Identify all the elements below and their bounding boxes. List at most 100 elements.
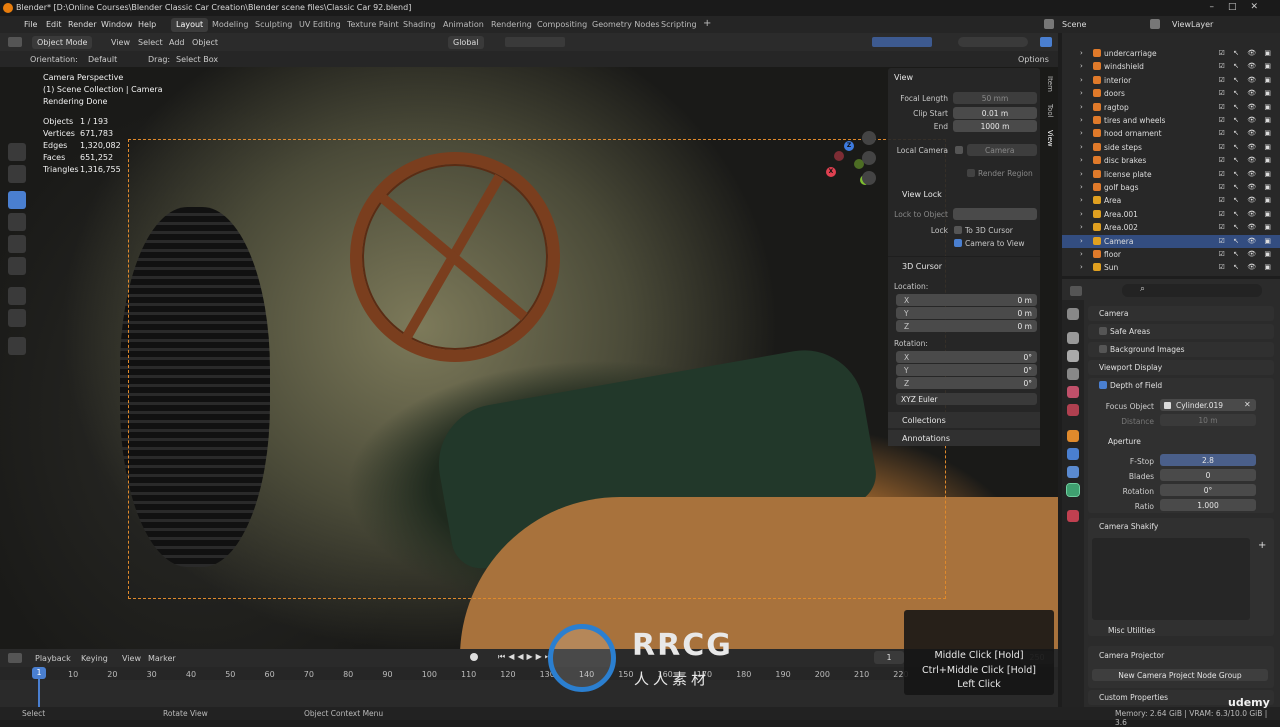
outliner-row[interactable]: › floor ☑ ↖ 👁 ▣ [1062, 248, 1280, 261]
options-button[interactable]: Options [1018, 55, 1049, 64]
outliner-row[interactable]: › Area.001 ☑ ↖ 👁 ▣ [1062, 208, 1280, 221]
timeline-editor-icon[interactable] [8, 653, 22, 663]
current-frame-field[interactable]: 1 [874, 651, 904, 664]
menu-add[interactable]: Add [169, 38, 185, 47]
rotate-tool-icon[interactable] [8, 213, 26, 231]
visibility-toggles-icon[interactable]: ☑ ↖ 👁 ▣ [1219, 263, 1274, 271]
expand-arrow-icon[interactable]: › [1080, 129, 1083, 137]
menu-edit[interactable]: Edit [46, 20, 62, 29]
visibility-toggles-icon[interactable]: ☑ ↖ 👁 ▣ [1219, 143, 1274, 151]
pan-hand-icon[interactable] [862, 151, 876, 165]
rotation-mode-select[interactable]: XYZ Euler [896, 393, 1037, 405]
properties-editor-icon[interactable] [1070, 286, 1082, 296]
measure-tool-icon[interactable] [8, 309, 26, 327]
expand-arrow-icon[interactable]: › [1080, 170, 1083, 178]
annotate-tool-icon[interactable] [8, 287, 26, 305]
transform-tool-icon[interactable] [8, 257, 26, 275]
gizmo-z-axis[interactable]: Z [844, 141, 854, 151]
add-shake-icon[interactable]: + [1258, 540, 1266, 551]
lock-to-object-field[interactable] [953, 208, 1037, 220]
expand-arrow-icon[interactable]: › [1080, 62, 1083, 70]
outliner-row[interactable]: › Sun ☑ ↖ 👁 ▣ [1062, 261, 1280, 274]
tab-sculpting[interactable]: Sculpting [250, 18, 297, 32]
outliner-row[interactable]: › side steps ☑ ↖ 👁 ▣ [1062, 141, 1280, 154]
tab-texture-paint[interactable]: Texture Paint [342, 18, 404, 32]
panel-safe-areas[interactable]: Safe Areas [1110, 327, 1150, 336]
local-camera-checkbox[interactable] [955, 146, 963, 154]
scale-tool-icon[interactable] [8, 235, 26, 253]
playback-controls[interactable]: ⏮◀◀▶▶⏭ [498, 652, 555, 662]
menu-view[interactable]: View [111, 38, 130, 47]
expand-arrow-icon[interactable]: › [1080, 237, 1083, 245]
expand-arrow-icon[interactable]: › [1080, 223, 1083, 231]
gizmo-neg-x[interactable] [834, 151, 844, 161]
clear-focus-icon[interactable]: ✕ [1244, 400, 1251, 409]
view-lock-title[interactable]: View Lock [902, 190, 942, 199]
aperture-rotation-field[interactable]: 0° [1160, 484, 1256, 496]
menu-help[interactable]: Help [138, 20, 156, 29]
panel-camera[interactable]: Camera [1099, 309, 1128, 318]
tab-scripting[interactable]: Scripting [656, 18, 702, 32]
new-projector-button[interactable]: New Camera Project Node Group [1092, 669, 1268, 681]
menu-marker[interactable]: Marker [148, 654, 176, 663]
shading-mode-buttons[interactable] [958, 37, 1028, 47]
menu-window[interactable]: Window [101, 20, 133, 29]
distance-field[interactable]: 10 m [1160, 414, 1256, 426]
visibility-toggles-icon[interactable]: ☑ ↖ 👁 ▣ [1219, 89, 1274, 97]
outliner-row[interactable]: › ragtop ☑ ↖ 👁 ▣ [1062, 101, 1280, 114]
tab-modeling[interactable]: Modeling [207, 18, 253, 32]
outliner-row[interactable]: › disc brakes ☑ ↖ 👁 ▣ [1062, 154, 1280, 167]
menu-render[interactable]: Render [68, 20, 96, 29]
visibility-toggles-icon[interactable]: ☑ ↖ 👁 ▣ [1219, 170, 1274, 178]
tab-compositing[interactable]: Compositing [532, 18, 592, 32]
cursor-loc-z-field[interactable]: 0 m [896, 320, 1037, 332]
cursor-rot-y-field[interactable]: 0° [896, 364, 1037, 376]
playhead[interactable]: 1 [32, 667, 46, 679]
snap-pivot-controls[interactable] [505, 37, 565, 47]
outliner-row[interactable]: › golf bags ☑ ↖ 👁 ▣ [1062, 181, 1280, 194]
tab-geometry-nodes[interactable]: Geometry Nodes [587, 18, 664, 32]
outliner-row[interactable]: › Camera ☑ ↖ 👁 ▣ [1062, 234, 1280, 248]
window-controls[interactable]: –□✕ [1209, 2, 1272, 12]
physics-tab-icon[interactable] [1067, 448, 1079, 460]
panel-depth-of-field[interactable]: Depth of Field [1110, 381, 1162, 390]
visibility-toggles-icon[interactable]: ☑ ↖ 👁 ▣ [1219, 210, 1274, 218]
visibility-toggles-icon[interactable]: ☑ ↖ 👁 ▣ [1219, 49, 1274, 57]
expand-arrow-icon[interactable]: › [1080, 156, 1083, 164]
tab-view[interactable]: View [1046, 130, 1054, 147]
menu-keying[interactable]: Keying [81, 654, 108, 663]
view-layer-name[interactable]: ViewLayer [1172, 20, 1213, 29]
add-cube-tool-icon[interactable] [8, 337, 26, 355]
dof-checkbox[interactable] [1099, 381, 1107, 389]
outliner-row[interactable]: › hood ornament ☑ ↖ 👁 ▣ [1062, 127, 1280, 140]
blades-field[interactable]: 0 [1160, 469, 1256, 481]
panel-misc-utilities[interactable]: Misc Utilities [1108, 626, 1155, 635]
menu-select[interactable]: Select [138, 38, 163, 47]
cursor-loc-y-field[interactable]: 0 m [896, 307, 1037, 319]
editor-type-icon[interactable] [8, 37, 22, 47]
select-box-tool-icon[interactable] [8, 143, 26, 161]
clip-start-field[interactable]: 0.01 m [953, 107, 1037, 119]
outliner-row[interactable]: › doors ☑ ↖ 👁 ▣ [1062, 87, 1280, 100]
expand-arrow-icon[interactable]: › [1080, 49, 1083, 57]
panel-camera-shakify[interactable]: Camera Shakify [1099, 522, 1158, 531]
visibility-toggles-icon[interactable]: ☑ ↖ 👁 ▣ [1219, 156, 1274, 164]
tab-item[interactable]: Item [1046, 76, 1054, 92]
menu-playback[interactable]: Playback [35, 654, 71, 663]
panel-background-images[interactable]: Background Images [1110, 345, 1185, 354]
visibility-toggles-icon[interactable]: ☑ ↖ 👁 ▣ [1219, 196, 1274, 204]
to-3d-cursor-checkbox[interactable] [954, 226, 962, 234]
tab-rendering[interactable]: Rendering [486, 18, 537, 32]
outliner-row[interactable]: › undercarriage ☑ ↖ 👁 ▣ [1062, 47, 1280, 60]
cursor-loc-x-field[interactable]: 0 m [896, 294, 1037, 306]
move-tool-icon[interactable] [8, 191, 26, 209]
camera-view-icon[interactable] [862, 171, 876, 185]
ratio-field[interactable]: 1.000 [1160, 499, 1256, 511]
local-camera-field[interactable]: Camera [967, 144, 1037, 156]
outliner-row[interactable]: › windshield ☑ ↖ 👁 ▣ [1062, 60, 1280, 73]
panel-camera-projector[interactable]: Camera Projector [1099, 651, 1164, 660]
tab-shading[interactable]: Shading [398, 18, 441, 32]
panel-custom-properties[interactable]: Custom Properties [1099, 693, 1168, 702]
outliner-row[interactable]: › license plate ☑ ↖ 👁 ▣ [1062, 168, 1280, 181]
scene-name[interactable]: Scene [1062, 20, 1086, 29]
